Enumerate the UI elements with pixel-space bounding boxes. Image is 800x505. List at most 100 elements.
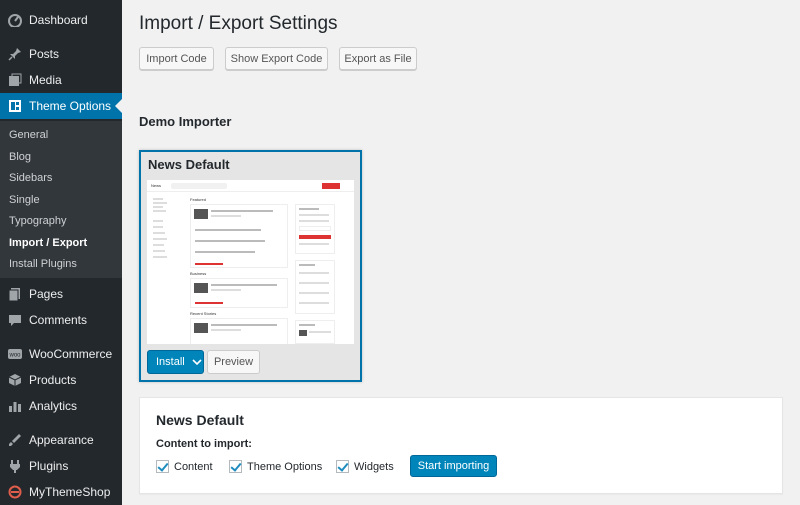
submenu-item-single[interactable]: Single [9, 194, 40, 206]
import-panel-title: News Default [156, 412, 244, 428]
import-panel: News Default Content to import: Content … [139, 397, 783, 494]
thumb-more-link [195, 302, 223, 304]
menu-label: Dashboard [29, 13, 88, 27]
submenu-item-typography[interactable]: Typography [9, 215, 66, 227]
pin-icon [8, 47, 22, 61]
thumb-meta [211, 215, 241, 217]
thumb-widget-button [299, 235, 331, 239]
menu-item-dashboard[interactable]: Dashboard [0, 7, 122, 33]
thumb-nav-line [153, 202, 167, 204]
show-export-code-button[interactable]: Show Export Code [225, 47, 328, 70]
import-code-button[interactable]: Import Code [139, 47, 214, 70]
export-as-file-button[interactable]: Export as File [339, 47, 417, 70]
thumb-headline [195, 251, 255, 253]
appearance-icon [8, 433, 22, 447]
menu-label: Products [29, 373, 77, 387]
content-checkbox[interactable]: Content [156, 460, 213, 473]
plugins-icon [8, 459, 22, 473]
chevron-down-icon[interactable] [192, 357, 202, 367]
menu-item-products[interactable]: Products [0, 367, 122, 393]
thumb-widget-line [299, 272, 329, 274]
menu-label: Theme Options [29, 99, 112, 113]
thumb-nav-line [153, 220, 163, 222]
thumb-headline [211, 324, 277, 326]
thumb-image [194, 209, 208, 219]
demo-card-title: News Default [148, 157, 230, 172]
thumb-widget-line [299, 264, 315, 266]
menu-label: Media [29, 73, 62, 87]
submenu-item-install-plugins[interactable]: Install Plugins [9, 258, 77, 270]
menu-item-woocommerce[interactable]: woo WooCommerce [0, 341, 122, 367]
thumb-nav-line [153, 206, 163, 208]
checkbox-label: Theme Options [247, 460, 323, 473]
checkbox-checked-icon[interactable] [156, 460, 169, 473]
menu-label: MyThemeShop [29, 485, 111, 499]
submenu-item-sidebars[interactable]: Sidebars [9, 172, 52, 184]
thumb-headline [211, 284, 277, 286]
thumb-widget-line [299, 214, 329, 216]
demo-thumbnail[interactable]: News Featured Business Recent Stories [147, 180, 354, 344]
thumb-nav-line [153, 244, 164, 246]
demo-card[interactable]: News Default News Featured Business Rece… [139, 150, 362, 382]
thumb-widget-line [299, 302, 329, 304]
thumb-widget [295, 260, 335, 314]
widgets-checkbox[interactable]: Widgets [336, 460, 394, 473]
menu-item-mythemeshop[interactable]: MyThemeShop [0, 479, 122, 505]
thumb-nav-line [153, 232, 165, 234]
theme-options-icon [8, 99, 22, 113]
analytics-icon [8, 399, 22, 413]
demo-card-footer: Install Preview [141, 346, 360, 380]
menu-item-analytics[interactable]: Analytics [0, 393, 122, 419]
menu-label: Comments [29, 313, 88, 327]
thumb-headline [195, 229, 261, 231]
menu-item-appearance[interactable]: Appearance [0, 427, 122, 453]
woocommerce-icon: woo [8, 347, 22, 361]
install-button[interactable]: Install [147, 350, 204, 374]
pages-icon [8, 287, 22, 301]
thumb-widget-input [299, 226, 331, 231]
checkbox-checked-icon[interactable] [229, 460, 242, 473]
thumb-section-business: Business [190, 271, 207, 276]
page-title: Import / Export Settings [139, 13, 338, 34]
theme-options-checkbox[interactable]: Theme Options [229, 460, 322, 473]
thumb-meta [211, 329, 241, 331]
thumb-nav-line [153, 250, 165, 252]
start-importing-button[interactable]: Start importing [410, 455, 497, 477]
install-label: Install [156, 356, 185, 368]
menu-item-pages[interactable]: Pages [0, 281, 122, 307]
checkbox-checked-icon[interactable] [336, 460, 349, 473]
thumb-section-featured: Featured [190, 197, 207, 202]
thumb-headline [211, 210, 273, 212]
thumb-widget-line [309, 331, 331, 333]
thumb-widget-line [299, 282, 329, 284]
menu-item-theme-options[interactable]: Theme Options [0, 93, 122, 119]
thumb-widget-line [299, 208, 319, 210]
submenu-item-blog[interactable]: Blog [9, 151, 31, 163]
thumb-image [194, 283, 208, 293]
menu-label: Posts [29, 47, 60, 61]
products-icon [8, 373, 22, 387]
svg-text:woo: woo [8, 353, 21, 359]
thumb-nav-line [153, 210, 166, 212]
submenu-item-import-export[interactable]: Import / Export [9, 237, 87, 249]
mythemeshop-icon [8, 485, 22, 499]
checkbox-label: Content [174, 460, 213, 473]
menu-item-comments[interactable]: Comments [0, 307, 122, 333]
content-to-import-label: Content to import: [156, 438, 252, 450]
submenu-item-general[interactable]: General [9, 129, 48, 141]
menu-item-media[interactable]: Media [0, 67, 122, 93]
dashboard-icon [8, 13, 22, 27]
thumb-meta [211, 289, 241, 291]
thumb-section-recent: Recent Stories [190, 311, 217, 316]
preview-button[interactable]: Preview [207, 350, 260, 374]
thumb-nav-line [153, 256, 167, 258]
thumb-image [299, 330, 307, 336]
menu-label: WooCommerce [29, 347, 113, 361]
menu-label: Plugins [29, 459, 69, 473]
media-icon [8, 73, 22, 87]
menu-item-plugins[interactable]: Plugins [0, 453, 122, 479]
menu-item-posts[interactable]: Posts [0, 41, 122, 67]
theme-options-submenu: General Blog Sidebars Single Typography … [0, 121, 122, 278]
menu-label: Analytics [29, 399, 78, 413]
demo-importer-heading: Demo Importer [139, 114, 232, 129]
